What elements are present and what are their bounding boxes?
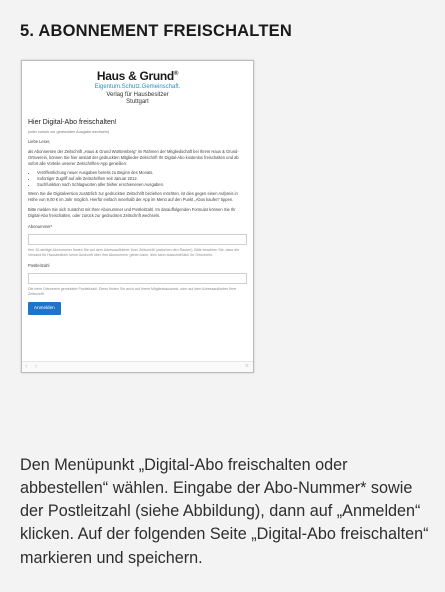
chevron-right-icon[interactable]: › — [35, 363, 37, 370]
login-button[interactable]: Anmelden — [28, 302, 61, 316]
abonummer-input[interactable] — [28, 234, 247, 246]
page-title: Hier Digital-Abo freischalten! — [28, 119, 117, 127]
benefits-list: Veröffentlichung neuer Ausgaben bereits … — [28, 170, 247, 188]
intro-text: als Abonnenten der Zeitschrift „Haus & G… — [28, 148, 239, 166]
chevron-left-icon[interactable]: ‹ — [25, 363, 27, 370]
haus-und-grund-logo: Haus & Grund® Eigentum.Schutz.Gemeinscha… — [22, 70, 253, 90]
logo-tagline: Eigentum.Schutz.Gemeinschaft. — [94, 84, 181, 90]
greeting: Liebe Leser, — [28, 139, 51, 145]
postleitzahl-hint: Die beim Ortsverein gemeldete Postleitza… — [28, 287, 237, 297]
postleitzahl-input[interactable] — [28, 273, 247, 285]
logo-registered-mark: ® — [173, 71, 179, 77]
abonummer-label: Abonummer* — [28, 224, 53, 230]
postleitzahl-label: Postleitzahl — [28, 263, 50, 269]
logo-name: Haus & Grund — [96, 69, 174, 83]
surcharge-text: Wenn Sie die Digitalversion zusätzlich z… — [28, 191, 238, 203]
benefit-item: Suchfunktion nach Schlagworten aller bis… — [37, 182, 247, 188]
publisher-line-2: Stuttgart — [126, 99, 149, 106]
page-subtitle: (oder zurück zur gedruckten Ausgabe wech… — [28, 129, 110, 134]
close-icon[interactable]: × — [245, 363, 249, 370]
app-screenshot: Haus & Grund® Eigentum.Schutz.Gemeinscha… — [21, 60, 254, 373]
abonummer-hint: Ihre 10-stellige Abonummer finden Sie au… — [28, 248, 240, 258]
login-instructions-text: Bitte melden Sie sich zunächst mit Ihrer… — [28, 207, 236, 219]
section-heading: 5. ABONNEMENT FREISCHALTEN — [20, 22, 292, 40]
publisher-name: Verlag für Hausbesitzer Stuttgart — [22, 92, 253, 106]
browser-nav-bar: ‹ › × — [22, 361, 253, 372]
instruction-text: Den Menüpunkt „Digital-Abo freischalten … — [20, 456, 429, 567]
publisher-line-1: Verlag für Hausbesitzer — [106, 92, 169, 98]
form-content: Hier Digital-Abo freischalten! (oder zur… — [22, 118, 253, 316]
